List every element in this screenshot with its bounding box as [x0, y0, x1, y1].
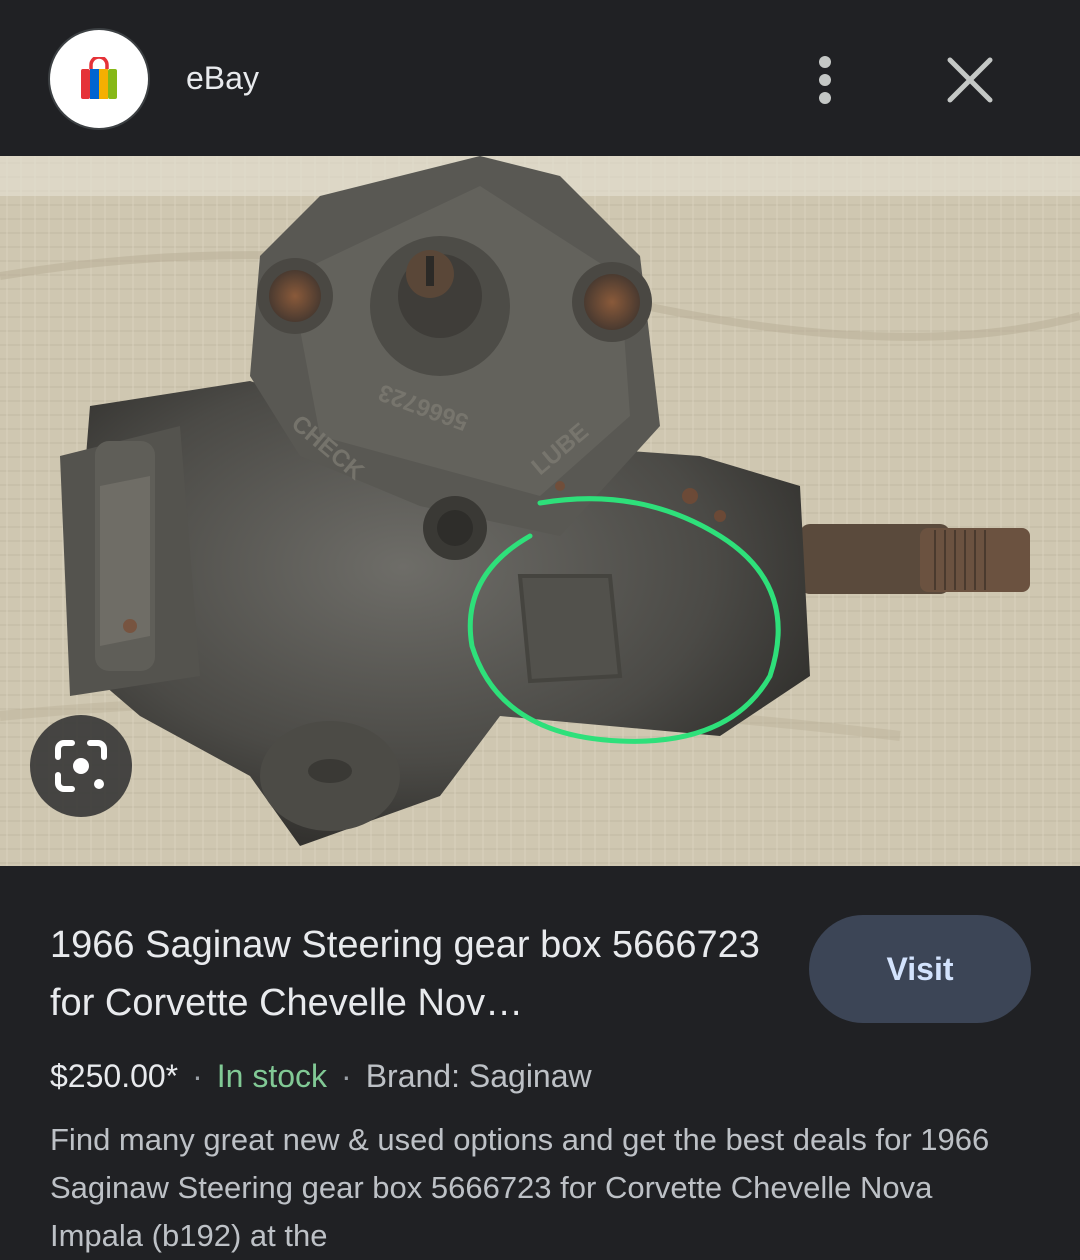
visit-button[interactable]: Visit — [809, 915, 1031, 1023]
product-price: $250.00* — [50, 1058, 179, 1094]
close-button[interactable] — [940, 50, 1000, 110]
site-logo[interactable] — [50, 30, 148, 128]
separator-dot: · — [192, 1058, 203, 1094]
shopping-bag-icon — [81, 57, 117, 99]
more-vert-icon — [819, 56, 831, 68]
google-lens-icon — [55, 740, 107, 792]
close-icon — [947, 57, 993, 103]
product-image[interactable]: CHECK LUBE 5666723 — [0, 156, 1080, 866]
visual-search-button[interactable] — [30, 715, 132, 817]
product-meta: $250.00* · In stock · Brand: Saginaw — [50, 1054, 592, 1098]
more-options-button[interactable] — [800, 50, 850, 110]
product-brand: Brand: Saginaw — [365, 1058, 592, 1094]
separator-dot: · — [341, 1058, 352, 1094]
product-title[interactable]: 1966 Saginaw Steering gear box 5666723 f… — [50, 916, 770, 1032]
result-details: 1966 Saginaw Steering gear box 5666723 f… — [0, 866, 1080, 1253]
stock-status: In stock — [216, 1058, 328, 1094]
product-description: Find many great new & used options and g… — [50, 1122, 990, 1253]
app-header: eBay — [0, 0, 1080, 156]
site-name: eBay — [186, 60, 259, 96]
